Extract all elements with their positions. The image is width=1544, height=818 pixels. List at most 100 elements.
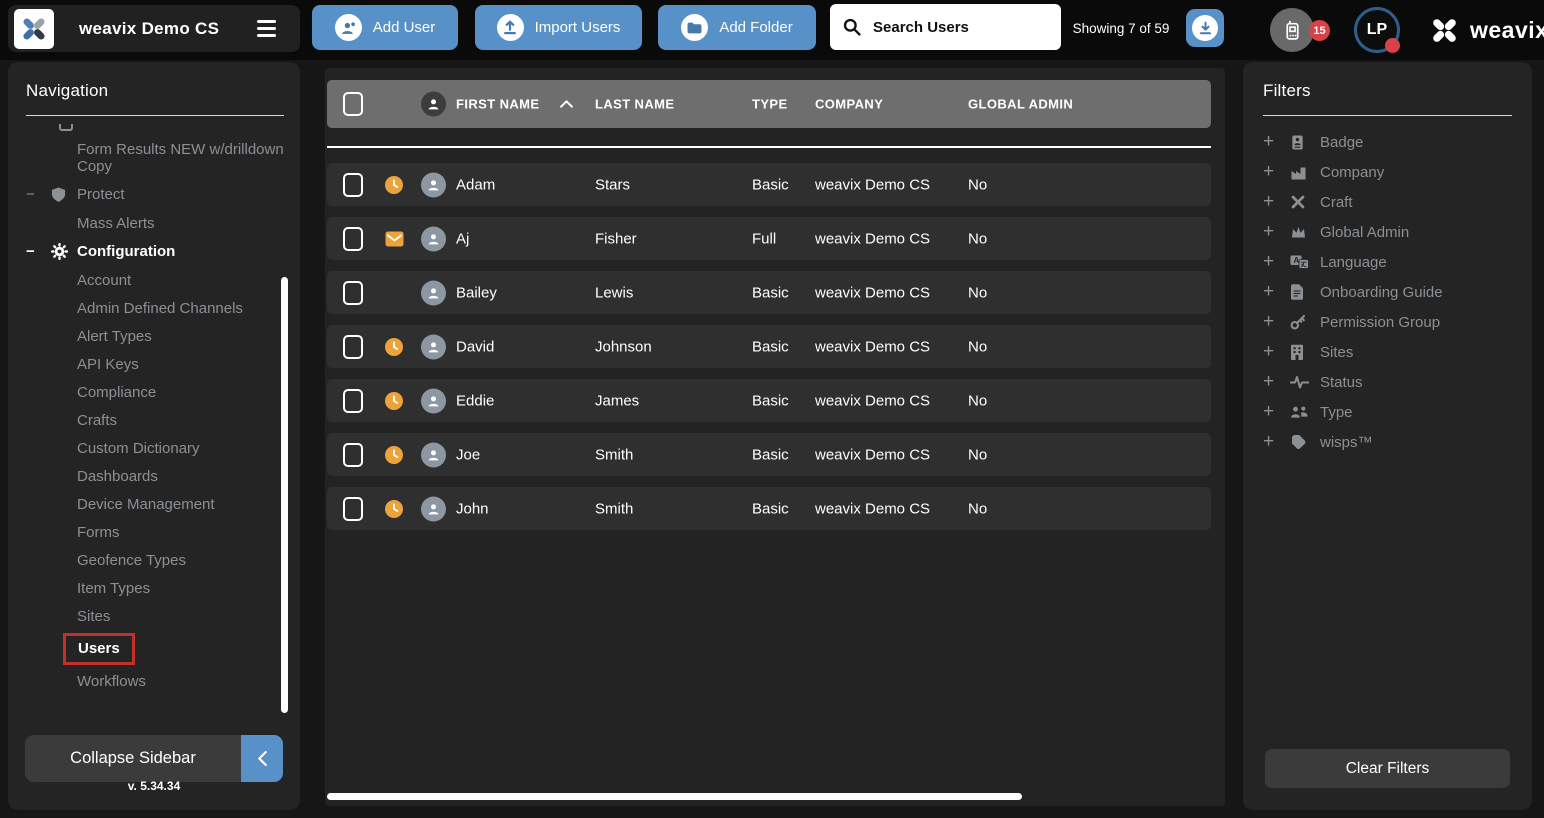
sidebar-item-form-results-new-w-drilldown-copy[interactable]: Form Results NEW w/drilldown Copy — [8, 140, 284, 180]
sidebar-item-forms[interactable]: Forms — [8, 518, 300, 546]
sidebar-item-sites[interactable]: Sites — [8, 602, 300, 630]
sidebar-item-geofence-types[interactable]: Geofence Types — [8, 546, 300, 574]
filter-label: Onboarding Guide — [1320, 284, 1443, 301]
sidebar-item-dashboards[interactable]: Dashboards — [8, 462, 300, 490]
plus-icon[interactable]: + — [1263, 221, 1290, 243]
table-row[interactable]: AjFisherFullweavix Demo CSNo — [327, 217, 1211, 260]
plus-icon[interactable]: + — [1263, 431, 1290, 453]
table-row[interactable]: BaileyLewisBasicweavix Demo CSNo — [327, 271, 1211, 314]
user-avatar[interactable]: LP — [1354, 7, 1400, 53]
sidebar-item-api-keys[interactable]: API Keys — [8, 350, 300, 378]
column-header-first-name[interactable]: FIRST NAME — [456, 97, 539, 112]
hamburger-menu-icon[interactable] — [257, 20, 276, 37]
add-user-button[interactable]: Add User — [312, 5, 458, 50]
search-icon — [843, 18, 861, 36]
column-header-company[interactable]: COMPANY — [815, 97, 883, 112]
table-row[interactable]: EddieJamesBasicweavix Demo CSNo — [327, 379, 1211, 422]
sidebar-item-compliance[interactable]: Compliance — [8, 378, 300, 406]
filter-item-craft[interactable]: +Craft — [1243, 187, 1532, 217]
sidebar-section-label: Protect — [77, 186, 125, 203]
row-checkbox[interactable] — [343, 497, 363, 521]
clear-filters-button[interactable]: Clear Filters — [1265, 749, 1510, 788]
brand-name: weavix — [1470, 17, 1544, 44]
filter-item-company[interactable]: +Company — [1243, 157, 1532, 187]
app-title: weavix Demo CS — [79, 19, 219, 39]
notification-badge: 15 — [1309, 20, 1330, 41]
filter-item-status[interactable]: +Status — [1243, 367, 1532, 397]
filter-item-language[interactable]: +ALanguage — [1243, 247, 1532, 277]
row-checkbox[interactable] — [343, 389, 363, 413]
walkie-talkie-button[interactable]: 15 — [1270, 8, 1314, 52]
cell-last-name: Stars — [595, 176, 630, 193]
table-row[interactable]: AdamStarsBasicweavix Demo CSNo — [327, 163, 1211, 206]
chevron-left-icon[interactable] — [241, 735, 283, 782]
plus-icon[interactable]: + — [1263, 251, 1290, 273]
filter-item-onboarding-guide[interactable]: + Onboarding Guide — [1243, 277, 1532, 307]
plus-icon[interactable]: + — [1263, 161, 1290, 183]
filter-item-sites[interactable]: +Sites — [1243, 337, 1532, 367]
collapse-minus-icon[interactable]: − — [26, 186, 51, 203]
sidebar-item-custom-dictionary[interactable]: Custom Dictionary — [8, 434, 300, 462]
filters-divider — [1263, 115, 1512, 116]
column-header-type[interactable]: TYPE — [752, 97, 788, 112]
filters-panel: Filters +Badge+Company+Craft+Global Admi… — [1243, 62, 1532, 810]
sidebar-item-crafts[interactable]: Crafts — [8, 406, 300, 434]
sidebar-item-item-types[interactable]: Item Types — [8, 574, 300, 602]
add-user-icon — [335, 14, 362, 41]
sidebar-section-configuration[interactable]: −Configuration — [8, 237, 300, 266]
cell-company: weavix Demo CS — [815, 338, 930, 355]
clock-icon — [385, 338, 403, 356]
column-header-last-name[interactable]: LAST NAME — [595, 97, 674, 112]
sidebar-item-mass-alerts[interactable]: Mass Alerts — [8, 209, 300, 237]
cell-last-name: Smith — [595, 446, 633, 463]
plus-icon[interactable]: + — [1263, 311, 1290, 333]
filter-item-global-admin[interactable]: +Global Admin — [1243, 217, 1532, 247]
row-checkbox[interactable] — [343, 281, 363, 305]
select-all-checkbox[interactable] — [343, 92, 363, 116]
table-row[interactable]: JohnSmithBasicweavix Demo CSNo — [327, 487, 1211, 530]
sidebar-item-users-selected[interactable]: Users — [8, 630, 300, 667]
row-checkbox[interactable] — [343, 335, 363, 359]
gear-icon — [51, 243, 77, 260]
table-row[interactable]: JoeSmithBasicweavix Demo CSNo — [327, 433, 1211, 476]
row-checkbox[interactable] — [343, 173, 363, 197]
sidebar-item-device-management[interactable]: Device Management — [8, 490, 300, 518]
sort-ascending-icon[interactable] — [560, 100, 573, 108]
tag-icon — [1290, 434, 1320, 450]
filter-item-badge[interactable]: +Badge — [1243, 127, 1532, 157]
language-icon: A — [1290, 255, 1320, 269]
app-title-box: weavix Demo CS — [8, 5, 300, 52]
sidebar-item-alert-types[interactable]: Alert Types — [8, 322, 300, 350]
filter-item-wisps[interactable]: +wisps™ — [1243, 427, 1532, 457]
import-users-button[interactable]: Import Users — [475, 5, 642, 50]
sidebar-item-label: Custom Dictionary — [77, 440, 200, 457]
plus-icon[interactable]: + — [1263, 281, 1290, 303]
row-checkbox[interactable] — [343, 443, 363, 467]
search-input[interactable] — [871, 18, 1048, 37]
table-row[interactable]: DavidJohnsonBasicweavix Demo CSNo — [327, 325, 1211, 368]
sidebar-scrollbar[interactable] — [281, 277, 288, 713]
plus-icon[interactable]: + — [1263, 401, 1290, 423]
users-table-panel: FIRST NAME LAST NAME TYPE COMPANY GLOBAL… — [325, 68, 1225, 806]
sidebar-item-label: Sites — [77, 608, 110, 625]
plus-icon[interactable]: + — [1263, 191, 1290, 213]
collapse-sidebar-button[interactable]: Collapse Sidebar — [25, 735, 283, 782]
sidebar-item-account[interactable]: Account — [8, 266, 300, 294]
user-avatar-icon — [421, 496, 446, 521]
column-header-global-admin[interactable]: GLOBAL ADMIN — [968, 97, 1073, 112]
row-checkbox[interactable] — [343, 227, 363, 251]
plus-icon[interactable]: + — [1263, 371, 1290, 393]
sidebar-item-admin-defined-channels[interactable]: Admin Defined Channels — [8, 294, 300, 322]
plus-icon[interactable]: + — [1263, 131, 1290, 153]
filter-item-type[interactable]: +Type — [1243, 397, 1532, 427]
filter-item-permission-group[interactable]: +Permission Group — [1243, 307, 1532, 337]
cell-first-name: David — [456, 338, 494, 355]
collapse-minus-icon[interactable]: − — [26, 243, 51, 260]
sidebar-section-protect[interactable]: − Protect — [8, 180, 300, 209]
plus-icon[interactable]: + — [1263, 341, 1290, 363]
add-folder-button[interactable]: Add Folder — [658, 5, 816, 50]
document-icon — [1290, 284, 1320, 300]
export-button[interactable] — [1186, 9, 1224, 47]
sidebar-item-workflows[interactable]: Workflows — [8, 667, 300, 695]
horizontal-scrollbar[interactable] — [327, 793, 1022, 800]
